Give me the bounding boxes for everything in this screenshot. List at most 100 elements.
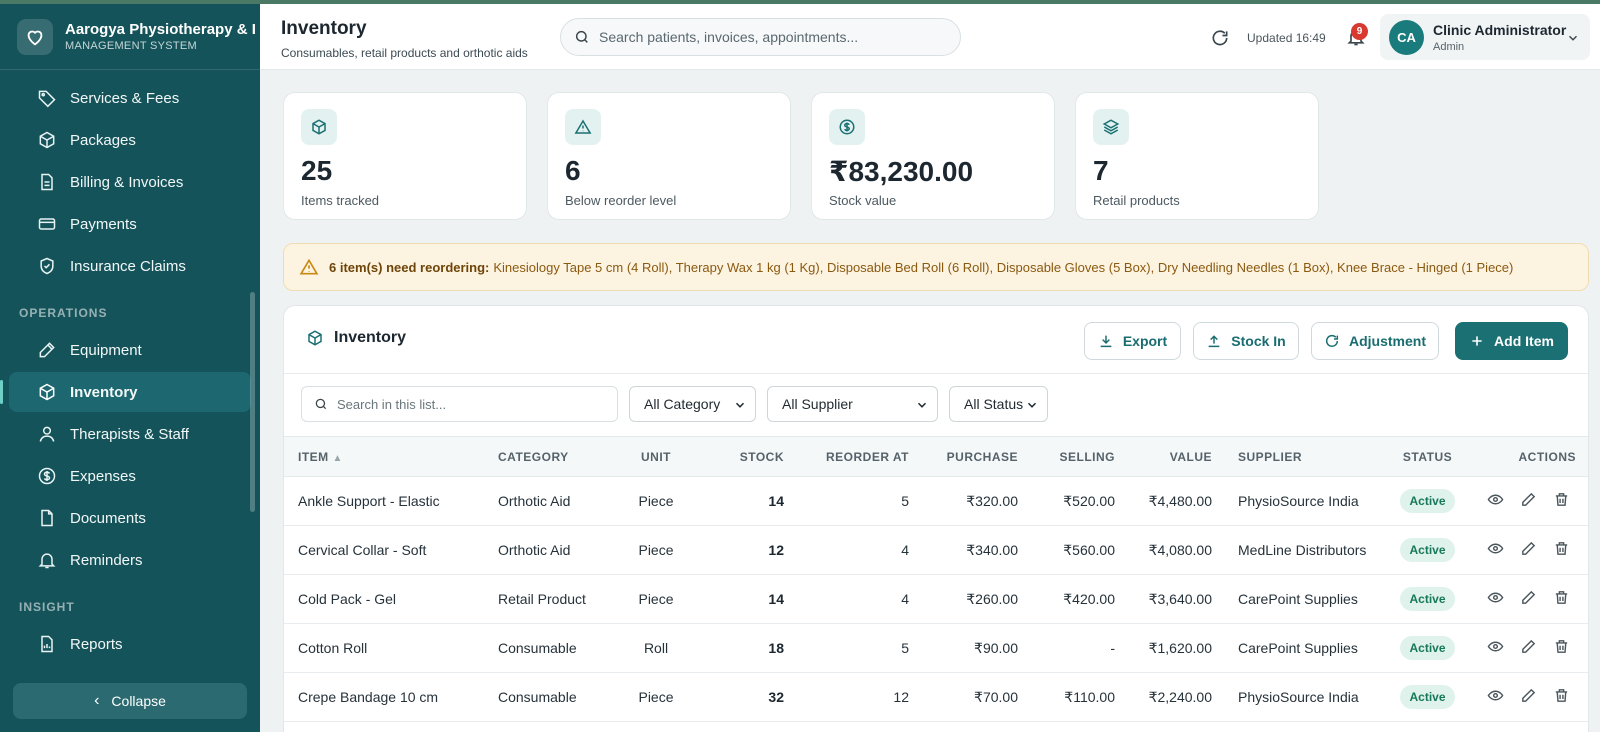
delete-icon[interactable] — [1553, 491, 1570, 511]
export-label: Export — [1122, 333, 1168, 349]
column-header-reorder[interactable]: REORDER AT — [784, 436, 909, 477]
column-header-category[interactable]: CATEGORY — [498, 436, 614, 477]
edit-icon[interactable] — [1520, 687, 1537, 707]
sidebar-item-billing[interactable]: Billing & Invoices — [9, 162, 251, 202]
delete-icon[interactable] — [1553, 687, 1570, 707]
column-header-status[interactable]: STATUS — [1385, 436, 1470, 477]
cell-actions — [1470, 673, 1588, 722]
delete-icon[interactable] — [1553, 589, 1570, 609]
edit-icon[interactable] — [1520, 589, 1537, 609]
status-filter-value: All Status — [964, 396, 1024, 412]
column-header-selling[interactable]: SELLING — [1018, 436, 1115, 477]
reorder-alert: 6 item(s) need reordering: Kinesiology T… — [283, 243, 1589, 291]
sidebar-item-label: Payments — [70, 215, 137, 233]
sidebar-item-insurance[interactable]: Insurance Claims — [9, 246, 251, 286]
sidebar-item-label: Reports — [70, 635, 123, 653]
column-header-stock[interactable]: STOCK — [698, 436, 784, 477]
delete-icon[interactable] — [1553, 638, 1570, 658]
adjustment-button[interactable]: Adjustment — [1311, 322, 1439, 360]
global-search-input[interactable] — [599, 29, 939, 45]
stat-label: Below reorder level — [565, 193, 677, 208]
view-icon[interactable] — [1487, 491, 1504, 511]
cell-actions — [1470, 526, 1588, 575]
add-item-button[interactable]: Add Item — [1455, 322, 1568, 360]
collapse-area: ‹ Collapse — [0, 670, 260, 732]
adjustment-label: Adjustment — [1349, 333, 1426, 349]
view-icon[interactable] — [1487, 638, 1504, 658]
export-button[interactable]: Export — [1084, 322, 1181, 360]
edit-icon[interactable] — [1520, 638, 1537, 658]
sidebar-item-therapists[interactable]: Therapists & Staff — [9, 414, 251, 454]
cell-status: Active — [1385, 624, 1470, 673]
table-row[interactable]: Crepe Bandage 10 cm Consumable Piece 32 … — [284, 673, 1588, 722]
section-heading-insight: INSIGHT — [19, 600, 75, 614]
column-header-unit[interactable]: UNIT — [614, 436, 698, 477]
layers-icon — [1093, 109, 1129, 145]
cell-actions — [1470, 575, 1588, 624]
cell-item: Crepe Bandage 10 cm — [298, 689, 439, 705]
delete-icon[interactable] — [1553, 540, 1570, 560]
section-heading-operations: OPERATIONS — [19, 306, 108, 320]
supplier-filter-select[interactable]: All Supplier — [767, 386, 938, 422]
stat-value: 7 — [1093, 155, 1109, 186]
view-icon[interactable] — [1487, 589, 1504, 609]
sidebar-item-label: Services & Fees — [70, 89, 180, 107]
column-header-item[interactable]: ITEM ▲ — [284, 436, 498, 477]
updated-time: Updated 16:49 — [1247, 31, 1326, 45]
view-icon[interactable] — [1487, 540, 1504, 560]
dollar-circle-icon — [38, 467, 56, 485]
sidebar-item-reminders[interactable]: Reminders — [9, 540, 251, 580]
cell-reorder: 5 — [901, 493, 909, 509]
global-search[interactable] — [560, 18, 961, 56]
user-menu[interactable]: CA Clinic Administrator Admin — [1380, 14, 1590, 60]
refresh-icon — [1212, 30, 1228, 46]
sidebar-item-services-fees[interactable]: Services & Fees — [9, 78, 251, 118]
wrench-icon — [39, 342, 55, 358]
sidebar-item-inventory[interactable]: Inventory — [0, 372, 251, 412]
status-filter-select[interactable]: All Status — [949, 386, 1048, 422]
view-icon[interactable] — [1487, 687, 1504, 707]
shield-icon — [40, 257, 54, 275]
search-icon — [575, 30, 588, 43]
cell-value: ₹3,640.00 — [1148, 590, 1212, 607]
edit-icon[interactable] — [1520, 491, 1537, 511]
column-header-actions: ACTIONS — [1470, 436, 1588, 477]
sidebar-item-equipment[interactable]: Equipment — [9, 330, 251, 370]
collapse-button[interactable]: ‹ Collapse — [13, 683, 247, 719]
category-filter-select[interactable]: All Category — [629, 386, 756, 422]
cell-supplier: CarePoint Supplies — [1238, 640, 1358, 656]
table-row[interactable]: Cold Pack - Gel Retail Product Piece 14 … — [284, 575, 1588, 624]
sidebar-scrollbar[interactable] — [250, 292, 255, 512]
stock-in-button[interactable]: Stock In — [1193, 322, 1299, 360]
stat-card-retail-products: 7 Retail products — [1075, 92, 1319, 220]
page-title: Inventory — [281, 18, 367, 39]
column-header-value[interactable]: VALUE — [1115, 436, 1212, 477]
table-row[interactable]: Cervical Collar - Soft Orthotic Aid Piec… — [284, 526, 1588, 575]
sidebar-item-label: Reminders — [70, 551, 143, 569]
table-row[interactable]: Ankle Support - Elastic Orthotic Aid Pie… — [284, 477, 1588, 526]
cell-category: Consumable — [498, 689, 577, 705]
cell-supplier: CarePoint Supplies — [1238, 591, 1358, 607]
cell-selling: ₹420.00 — [1063, 590, 1115, 607]
cell-unit: Piece — [638, 591, 674, 607]
tag-icon — [38, 90, 56, 108]
list-search[interactable] — [301, 386, 618, 422]
sidebar-item-packages[interactable]: Packages — [9, 120, 251, 160]
credit-card-icon — [38, 218, 56, 230]
column-header-purchase[interactable]: PURCHASE — [909, 436, 1018, 477]
column-header-supplier[interactable]: SUPPLIER — [1212, 436, 1385, 477]
cell-item: Ankle Support - Elastic — [298, 493, 440, 509]
sidebar-item-documents[interactable]: Documents — [9, 498, 251, 538]
table-row[interactable]: Cotton Roll Consumable Roll 18 5 ₹90.00 … — [284, 624, 1588, 673]
list-search-input[interactable] — [337, 396, 597, 412]
sidebar-item-payments[interactable]: Payments — [9, 204, 251, 244]
refresh-button[interactable] — [1210, 28, 1230, 53]
user-role: Admin — [1433, 40, 1465, 53]
sidebar-item-reports[interactable]: Reports — [9, 624, 251, 664]
cell-status: Active — [1385, 526, 1470, 575]
edit-icon[interactable] — [1520, 540, 1537, 560]
status-badge: Active — [1400, 538, 1455, 562]
sidebar-item-expenses[interactable]: Expenses — [9, 456, 251, 496]
warning-icon — [565, 109, 601, 145]
alert-title: 6 item(s) need reordering: — [329, 259, 490, 275]
